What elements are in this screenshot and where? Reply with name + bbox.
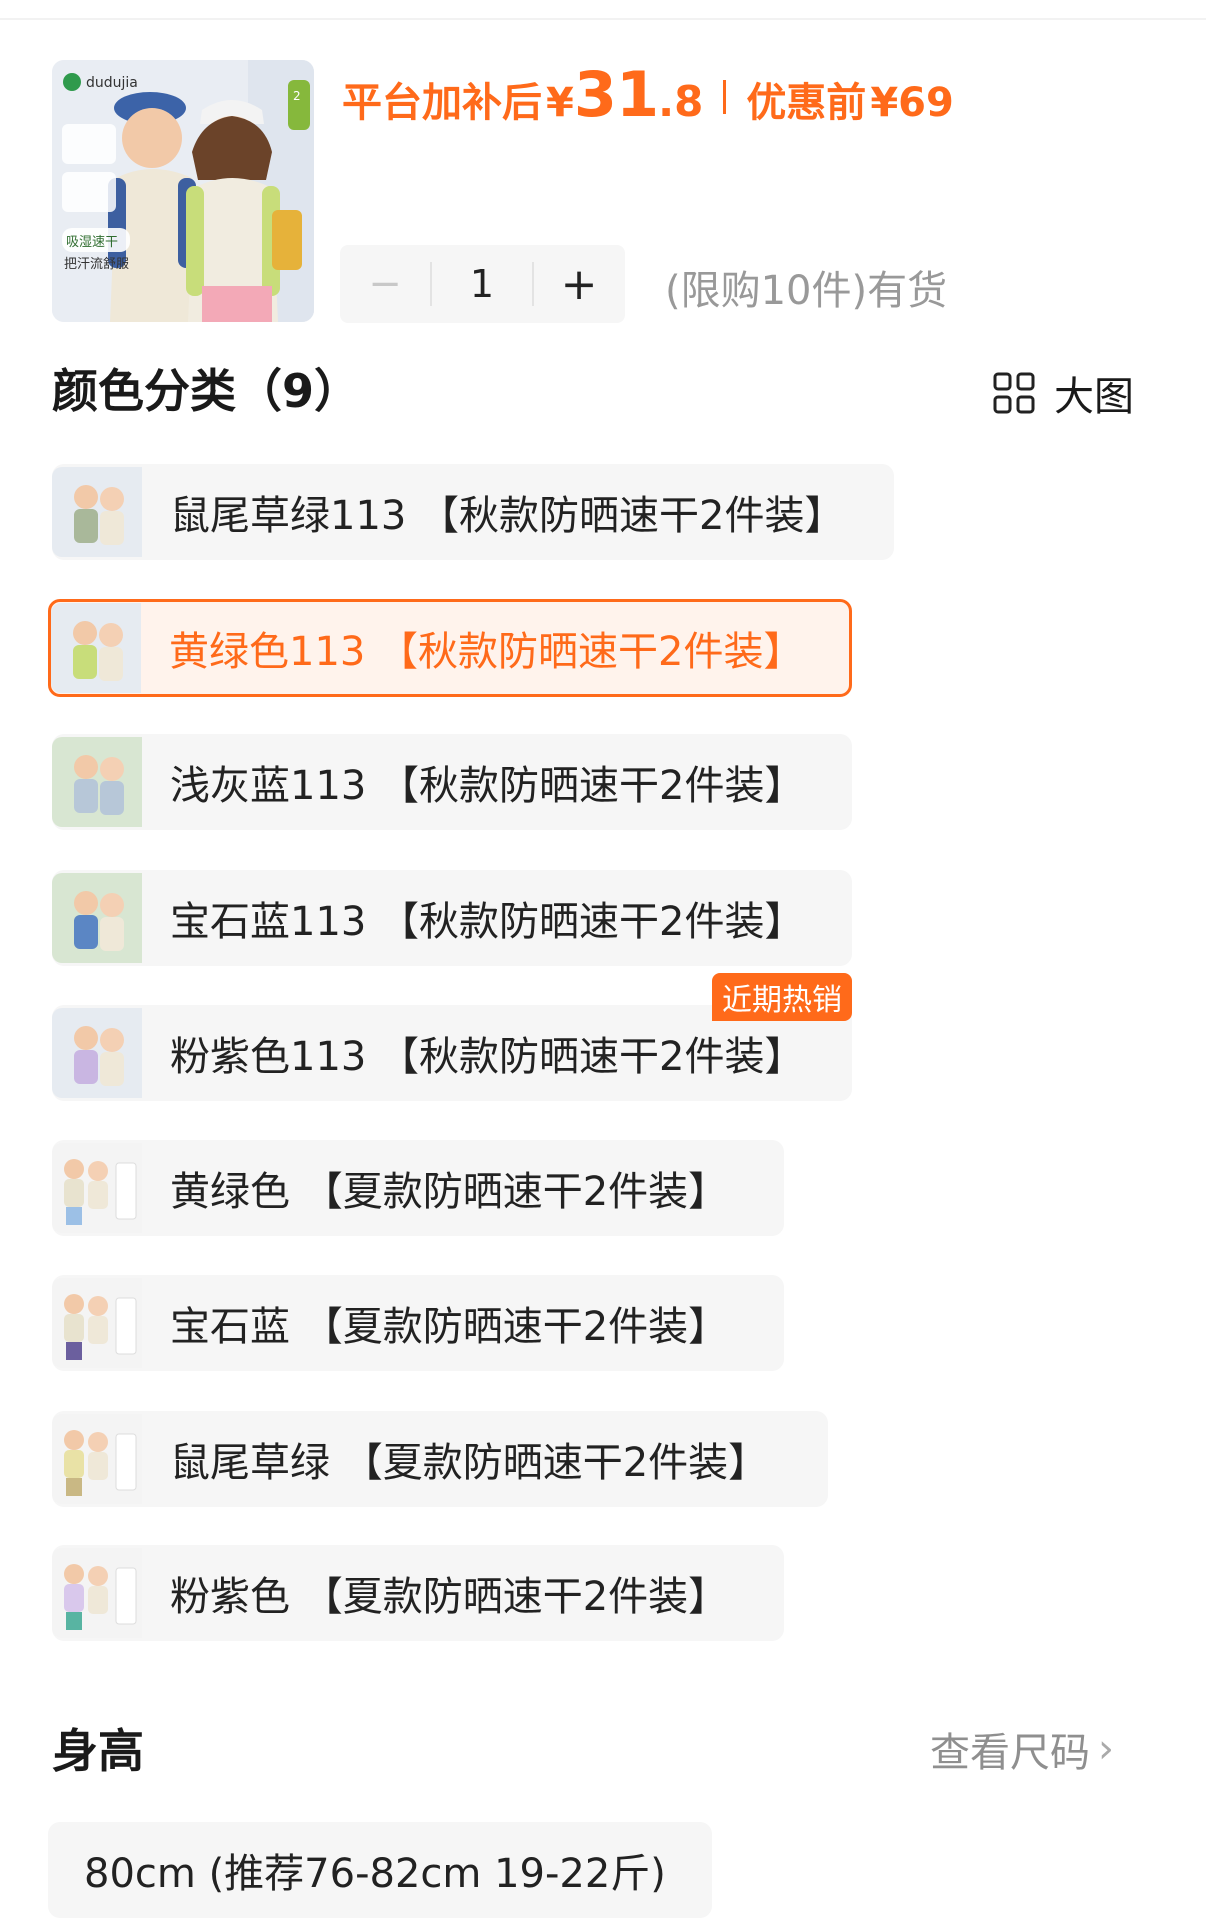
- height-section-title: 身高: [52, 1724, 144, 1778]
- top-divider: [0, 18, 1206, 20]
- option-label: 黄绿色 【夏款防晒速干2件装】: [170, 1169, 729, 1215]
- big-view-label: 大图: [1054, 374, 1134, 420]
- original-price-currency: ¥: [870, 80, 899, 126]
- thumb-brand: dudujia: [86, 75, 138, 91]
- option-label: 宝石蓝113 【秋款防晒速干2件装】: [170, 899, 805, 945]
- original-price-label: 优惠前: [746, 80, 867, 126]
- option-thumbnail: [52, 1143, 142, 1233]
- color-option-sage-summer[interactable]: 鼠尾草绿 【夏款防晒速干2件装】: [52, 1411, 828, 1507]
- color-option-yellow-green-113[interactable]: 黄绿色113 【秋款防晒速干2件装】: [48, 599, 852, 697]
- size-chart-label: 查看尺码: [930, 1730, 1090, 1776]
- decrease-button[interactable]: −: [340, 261, 430, 307]
- color-option-sapphire-113[interactable]: 宝石蓝113 【秋款防晒速干2件装】: [52, 870, 852, 966]
- option-thumbnail: [51, 603, 141, 693]
- option-thumbnail: [52, 1008, 142, 1098]
- option-label: 鼠尾草绿113 【秋款防晒速干2件装】: [170, 493, 845, 539]
- option-thumbnail: [52, 1278, 142, 1368]
- grid-view-icon: [993, 372, 1035, 414]
- option-thumbnail: [52, 873, 142, 963]
- price-separator: [723, 80, 727, 114]
- size-option-80cm[interactable]: 80cm (推荐76-82cm 19-22斤): [48, 1822, 712, 1918]
- quantity-stepper: − 1 +: [340, 245, 625, 323]
- color-option-sage-113[interactable]: 鼠尾草绿113 【秋款防晒速干2件装】: [52, 464, 894, 560]
- color-option-pink-purple-summer[interactable]: 粉紫色 【夏款防晒速干2件装】: [52, 1545, 784, 1641]
- hot-sale-badge: 近期热销: [712, 973, 852, 1021]
- color-option-sapphire-summer[interactable]: 宝石蓝 【夏款防晒速干2件装】: [52, 1275, 784, 1371]
- color-option-light-gray-blue-113[interactable]: 浅灰蓝113 【秋款防晒速干2件装】: [52, 734, 852, 830]
- price-integer: 31: [573, 58, 659, 131]
- chevron-right-icon: ›: [1098, 1726, 1114, 1772]
- option-thumbnail: [52, 467, 142, 557]
- price-label: 平台加补后: [342, 80, 542, 126]
- option-label: 黄绿色113 【秋款防晒速干2件装】: [169, 629, 804, 675]
- option-label: 鼠尾草绿 【夏款防晒速干2件装】: [170, 1440, 769, 1486]
- size-option-label: 80cm (推荐76-82cm 19-22斤): [84, 1851, 666, 1897]
- price-line: 平台加补后 ¥ 31 .8 优惠前 ¥ 69: [342, 58, 954, 131]
- option-label: 粉紫色 【夏款防晒速干2件装】: [170, 1574, 729, 1620]
- option-thumbnail: [52, 737, 142, 827]
- product-photo: dudujia 2 吸湿速干 把汗流舒服: [52, 60, 314, 322]
- price-decimal: .8: [658, 77, 704, 126]
- option-thumbnail: [52, 1414, 142, 1504]
- option-thumbnail: [52, 1548, 142, 1638]
- price-currency: ¥: [546, 80, 574, 126]
- stock-status: (限购10件)有货: [665, 268, 948, 314]
- color-section-title: 颜色分类（9）: [52, 364, 361, 418]
- option-label: 粉紫色113 【秋款防晒速干2件装】: [170, 1034, 805, 1080]
- product-thumbnail[interactable]: dudujia 2 吸湿速干 把汗流舒服: [52, 60, 314, 322]
- increase-button[interactable]: +: [534, 259, 624, 310]
- svg-text:2: 2: [293, 89, 301, 103]
- quantity-value[interactable]: 1: [430, 262, 534, 306]
- thumb-tagline1: 吸湿速干: [66, 235, 118, 250]
- color-option-yellow-green-summer[interactable]: 黄绿色 【夏款防晒速干2件装】: [52, 1140, 784, 1236]
- option-label: 浅灰蓝113 【秋款防晒速干2件装】: [170, 763, 805, 809]
- original-price-value: 69: [898, 80, 954, 126]
- big-view-toggle[interactable]: 大图: [992, 364, 1134, 422]
- option-label: 宝石蓝 【夏款防晒速干2件装】: [170, 1304, 729, 1350]
- size-chart-link[interactable]: 查看尺码 ›: [930, 1720, 1114, 1778]
- color-option-pink-purple-113[interactable]: 粉紫色113 【秋款防晒速干2件装】 近期热销: [52, 973, 852, 1101]
- thumb-tagline2: 把汗流舒服: [64, 257, 129, 272]
